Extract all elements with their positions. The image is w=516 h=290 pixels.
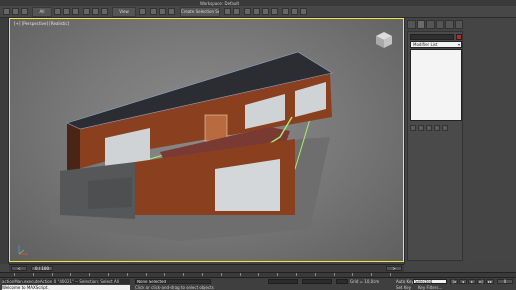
auto-key-button[interactable]: Auto Key — [396, 279, 414, 284]
go-to-start-icon[interactable]: |◂ — [450, 279, 458, 284]
reference-coordinate-dropdown[interactable]: View — [112, 7, 136, 17]
render-setup-icon[interactable] — [282, 8, 289, 15]
status-bar: actionMan.executeAction 0 "40021" -- Sel… — [0, 277, 516, 290]
key-filters-button[interactable]: Key Filters... — [418, 285, 442, 290]
timeline-tick — [371, 273, 373, 276]
timeline-tick — [352, 273, 354, 276]
timeline-tick — [108, 273, 109, 276]
timeline-tick — [314, 273, 316, 276]
modifier-list-label: Modifier List — [413, 42, 438, 47]
stack-tools — [410, 125, 462, 132]
main-toolbar: All View Create Selection Set — [0, 6, 516, 18]
left-tool-strip — [0, 18, 9, 264]
modifier-stack[interactable] — [410, 49, 462, 121]
house-model[interactable] — [10, 19, 404, 262]
axis-tripod-icon — [18, 245, 28, 255]
set-key-button[interactable]: Set Key — [396, 285, 411, 290]
layer-manager-icon[interactable] — [244, 8, 251, 15]
command-panel: Modifier List ▾ — [404, 18, 516, 264]
named-selection-sets-dropdown[interactable]: Create Selection Set — [180, 7, 220, 17]
undo-icon[interactable] — [3, 8, 10, 15]
frame-number-field[interactable]: 0 — [497, 279, 513, 284]
entry-frame — [204, 114, 228, 142]
prompt-line: Click or click-and-drag to select object… — [135, 285, 214, 290]
y-coordinate-field[interactable] — [302, 279, 332, 284]
time-next-button[interactable]: > — [386, 266, 402, 271]
mirror-icon[interactable] — [224, 8, 231, 15]
object-color-swatch[interactable] — [456, 34, 462, 40]
rotate-icon[interactable] — [92, 8, 99, 15]
hierarchy-tab[interactable] — [426, 20, 435, 29]
time-slider-bar: < 0 / 100 > — [9, 264, 404, 272]
pin-stack-icon[interactable] — [410, 125, 416, 131]
curve-editor-icon[interactable] — [253, 8, 260, 15]
timeline-tick — [14, 273, 15, 276]
key-mode-dropdown[interactable]: Selected — [413, 279, 447, 284]
command-panel-tabs — [407, 20, 463, 29]
chevron-down-icon: ▾ — [457, 42, 460, 47]
snap-toggle-icon[interactable] — [150, 8, 157, 15]
previous-frame-icon[interactable]: ◂ — [459, 279, 467, 284]
timeline-tick — [333, 273, 335, 276]
timeline-tick — [70, 273, 72, 276]
utilities-tab[interactable] — [454, 20, 463, 29]
maxscript-listener-line[interactable]: actionMan.executeAction 0 "40021" -- Sel… — [2, 279, 130, 284]
select-by-name-icon[interactable] — [63, 8, 70, 15]
time-prev-button[interactable]: < — [11, 266, 27, 271]
timeline-tick — [239, 273, 241, 276]
modifier-list-dropdown[interactable]: Modifier List ▾ — [410, 41, 462, 48]
configure-modifier-sets-icon[interactable] — [442, 125, 448, 131]
timeline-tick — [202, 273, 203, 276]
percent-snap-icon[interactable] — [168, 8, 175, 15]
pivot-icon[interactable] — [139, 8, 146, 15]
timeline-tick — [390, 273, 391, 276]
scale-icon[interactable] — [101, 8, 108, 15]
motion-tab[interactable] — [435, 20, 444, 29]
x-coordinate-field[interactable] — [268, 279, 298, 284]
show-end-result-icon[interactable] — [418, 125, 424, 131]
select-object-icon[interactable] — [54, 8, 61, 15]
make-unique-icon[interactable] — [426, 125, 432, 131]
viewcube-icon[interactable] — [373, 29, 395, 51]
modify-panel: Modifier List ▾ — [407, 31, 463, 261]
rectangular-selection-icon[interactable] — [72, 8, 79, 15]
command-panel-right-area — [465, 20, 515, 262]
link-icon[interactable] — [21, 8, 28, 15]
render-teapot-icon[interactable] — [300, 8, 307, 15]
timeline-tick — [32, 273, 34, 276]
timeline-tick — [220, 273, 222, 276]
modify-tab[interactable] — [416, 20, 425, 29]
align-icon[interactable] — [233, 8, 240, 15]
play-icon[interactable]: ▸ — [468, 279, 476, 284]
timeline-tick — [277, 273, 279, 276]
timeline-tick — [145, 273, 147, 276]
material-editor-icon[interactable] — [271, 8, 278, 15]
display-tab[interactable] — [445, 20, 454, 29]
perspective-viewport[interactable]: [+] [Perspective] [Realistic] — [9, 18, 404, 262]
redo-icon[interactable] — [12, 8, 19, 15]
selection-count: None Selected — [135, 279, 211, 284]
move-icon[interactable] — [83, 8, 90, 15]
z-coordinate-field[interactable] — [336, 279, 348, 284]
timeline-tick — [126, 273, 128, 276]
selection-filter-dropdown[interactable]: All — [32, 7, 52, 17]
remove-modifier-icon[interactable] — [434, 125, 440, 131]
timeline-tick — [51, 273, 53, 276]
timeline-tick — [296, 273, 297, 276]
timeline-tick — [183, 273, 185, 276]
timeline-tick — [258, 273, 260, 276]
rendered-frame-window-icon[interactable] — [291, 8, 298, 15]
go-to-end-icon[interactable]: ▸▸ — [486, 279, 494, 284]
angle-snap-icon[interactable] — [159, 8, 166, 15]
object-name-field[interactable] — [410, 34, 454, 40]
timeline-tick — [89, 273, 91, 276]
stone-block — [88, 177, 132, 209]
schematic-view-icon[interactable] — [262, 8, 269, 15]
time-slider[interactable]: 0 / 100 — [31, 266, 53, 271]
maxscript-output-line[interactable]: Welcome to MAXScript. — [2, 285, 130, 290]
timeline-tick — [164, 273, 166, 276]
next-frame-icon[interactable]: ▸| — [477, 279, 485, 284]
create-tab[interactable] — [407, 20, 416, 29]
grid-size: Grid = 10,0cm — [350, 279, 380, 284]
